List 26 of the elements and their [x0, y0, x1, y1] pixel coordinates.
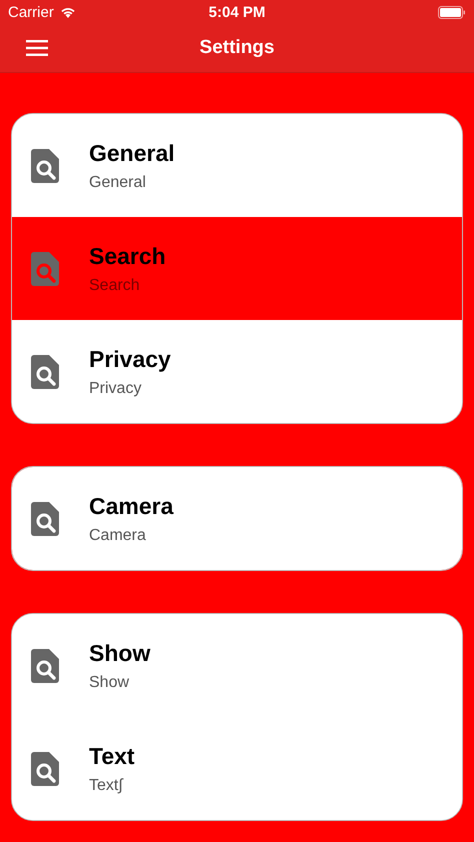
file-search-icon: [31, 648, 59, 682]
carrier-name: Carrier: [8, 4, 54, 20]
wifi-icon: [60, 6, 76, 18]
row-title: Text: [89, 742, 135, 770]
row-title: Show: [89, 640, 150, 666]
row-subtitle: Camera: [89, 526, 147, 544]
battery-icon: [438, 6, 466, 18]
row-subtitle: Privacy: [89, 380, 142, 398]
row-title: Search: [89, 242, 166, 270]
screen-title: Settings: [200, 37, 274, 59]
file-search-icon: [31, 148, 59, 182]
settings-row[interactable]: Camera Camera: [12, 467, 462, 570]
row-subtitle: Search: [89, 276, 141, 294]
settings-row[interactable]: Search Search: [12, 217, 462, 320]
file-search-icon: [31, 354, 59, 388]
menu-icon[interactable]: [26, 40, 48, 56]
file-search-icon: [31, 502, 59, 536]
row-subtitle: Text∫: [89, 776, 124, 794]
row-title: Privacy: [89, 346, 171, 372]
file-search-icon: [31, 252, 59, 286]
row-subtitle: Show: [89, 674, 130, 692]
status-time: 5:04 PM: [208, 4, 266, 20]
row-subtitle: General: [89, 174, 147, 192]
file-search-icon: [31, 752, 59, 786]
row-title: General: [89, 140, 175, 166]
row-title: Camera: [89, 492, 174, 520]
